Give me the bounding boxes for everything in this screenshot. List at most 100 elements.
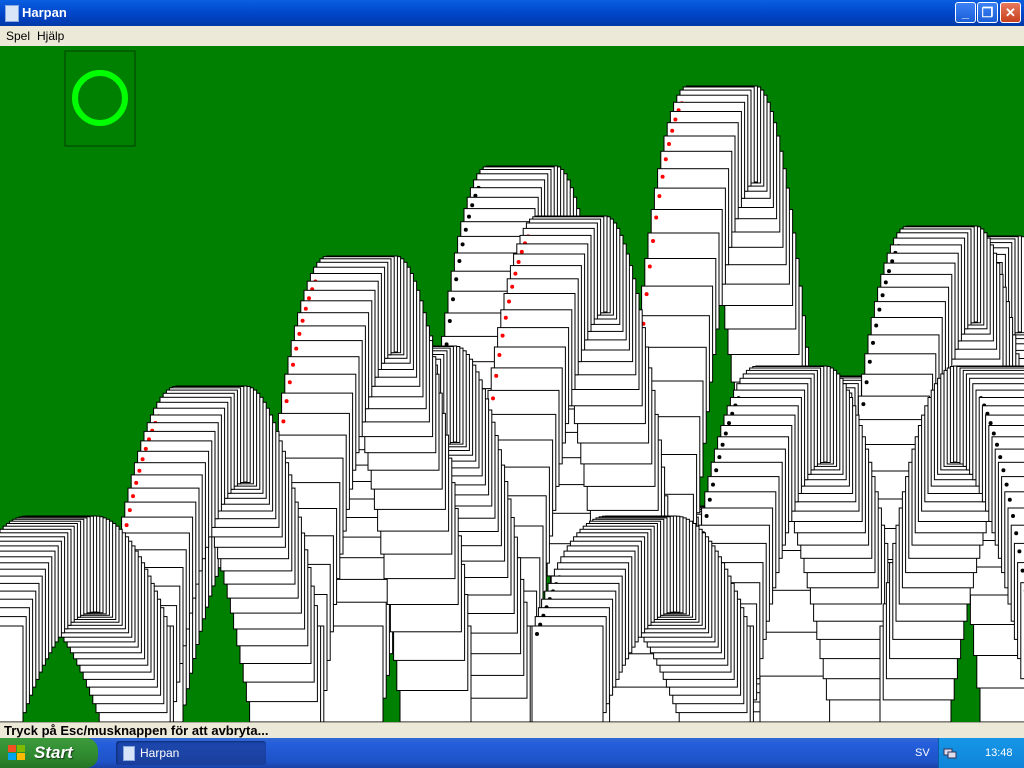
card-pip (470, 203, 475, 208)
card-pip (137, 468, 142, 473)
status-text: Tryck på Esc/musknappen för att avbryta.… (4, 723, 269, 738)
menu-spel[interactable]: Spel (6, 29, 30, 43)
card-pip (451, 297, 455, 302)
card-pip (663, 157, 668, 162)
app-icon (123, 746, 135, 761)
maximize-button[interactable]: ❐ (977, 2, 998, 23)
card-pip (717, 455, 722, 460)
card-pip (460, 242, 465, 247)
card-pip (644, 292, 649, 297)
card-pip (535, 632, 539, 636)
taskbar-item-harpan[interactable]: Harpan (116, 741, 266, 765)
card-pip (871, 340, 875, 345)
close-button[interactable]: ✕ (1000, 2, 1021, 23)
minimize-button[interactable]: _ (955, 2, 976, 23)
card-pip (707, 497, 712, 502)
card (531, 625, 604, 722)
card-pip (988, 421, 993, 426)
card-pip (670, 128, 675, 133)
card-pip (307, 296, 311, 301)
card-pip (861, 402, 866, 407)
card-pip (883, 280, 888, 285)
card-pip (714, 468, 719, 473)
taskbar-item-label: Harpan (140, 746, 180, 760)
windows-flag-icon (8, 745, 25, 760)
card-pip (303, 306, 308, 311)
menu-hjalp[interactable]: Hjälp (37, 29, 64, 43)
card-pip (494, 373, 499, 378)
clock: 13:48 (985, 747, 1013, 759)
card-pip (998, 455, 1003, 460)
card-pip (143, 446, 148, 451)
card-pip (1011, 514, 1015, 518)
menu-bar: Spel Hjälp (0, 26, 1024, 46)
app-icon (5, 5, 19, 22)
game-board[interactable] (0, 46, 1024, 722)
card-pip (294, 346, 299, 351)
card-pip (127, 508, 132, 513)
card-pip (513, 271, 518, 276)
card-pip (124, 523, 129, 528)
start-button[interactable]: Start (0, 738, 98, 768)
card-pip (877, 307, 882, 312)
card-pip (516, 260, 521, 264)
card-pip (654, 215, 659, 220)
card-pip (880, 293, 885, 298)
card-pip (1017, 549, 1022, 554)
card-pip (704, 514, 709, 518)
card-pip (1014, 531, 1019, 536)
card-pip (500, 333, 505, 338)
card-pip (140, 457, 145, 462)
minimize-icon: _ (961, 5, 970, 20)
card-pip (463, 227, 468, 232)
stock-ring-icon[interactable] (72, 70, 128, 126)
card-pip (867, 359, 872, 364)
network-icon[interactable] (943, 746, 957, 760)
card-pip (660, 174, 665, 179)
card-pip (874, 323, 879, 328)
card-pip (995, 442, 999, 447)
card-pip (467, 214, 471, 219)
system-tray: 13:48 (938, 738, 1024, 768)
card-pip (1007, 497, 1012, 502)
card-pip (447, 319, 452, 323)
title-bar[interactable]: Harpan _ ❐ ✕ (0, 0, 1024, 26)
card-pip (131, 494, 135, 499)
card-pip (497, 353, 502, 357)
card-pip (647, 264, 652, 269)
card-pip (300, 318, 305, 323)
card-pip (1004, 482, 1009, 487)
card-pip (673, 117, 678, 122)
taskbar: Start Harpan SV 13:48 (0, 738, 1024, 768)
maximize-icon: ❐ (981, 5, 994, 20)
card-pip (134, 480, 139, 485)
card-pip (727, 421, 731, 426)
close-icon: ✕ (1005, 5, 1016, 20)
card-pip (667, 142, 671, 146)
card-pip (454, 277, 459, 282)
card-pip (651, 239, 655, 243)
card-pip (1001, 468, 1006, 473)
card-pip (657, 194, 662, 199)
card-pip (291, 362, 295, 367)
card-pip (507, 299, 511, 304)
card-pip (723, 431, 728, 436)
card-pip (711, 482, 715, 487)
card-pip (457, 259, 462, 263)
card-pip (287, 380, 292, 385)
card-pip (887, 269, 891, 274)
card-pip (284, 399, 289, 404)
card (0, 625, 24, 722)
start-label: Start (34, 743, 73, 762)
card-pip (991, 431, 996, 436)
card-pip (491, 396, 495, 401)
card-pip (510, 284, 515, 289)
window-title: Harpan (22, 5, 67, 20)
card-pip (503, 315, 508, 320)
card-pip (297, 331, 302, 336)
card-pip (720, 442, 725, 447)
language-indicator[interactable]: SV (915, 747, 930, 759)
card-pip (281, 419, 286, 424)
card-pip (519, 249, 524, 254)
status-bar: Tryck på Esc/musknappen för att avbryta.… (0, 722, 1024, 739)
